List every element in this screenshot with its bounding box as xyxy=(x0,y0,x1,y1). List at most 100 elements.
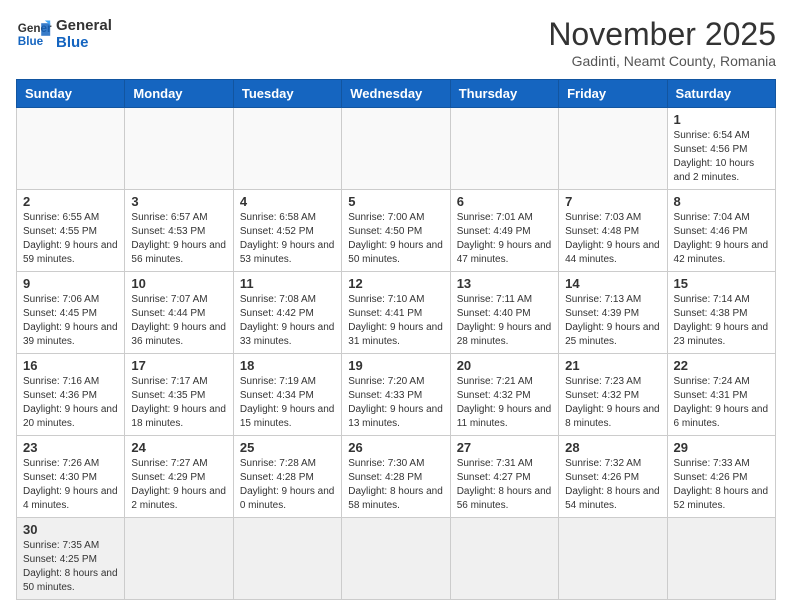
day-info: Sunrise: 7:20 AMSunset: 4:33 PMDaylight:… xyxy=(348,375,443,431)
logo-blue: Blue xyxy=(56,34,112,51)
calendar-cell: 30 Sunrise: 7:35 AMSunset: 4:25 PMDayligh… xyxy=(17,518,125,600)
day-info: Sunrise: 7:30 AMSunset: 4:28 PMDaylight:… xyxy=(348,457,443,513)
calendar-cell xyxy=(450,108,558,190)
calendar: SundayMondayTuesdayWednesdayThursdayFrid… xyxy=(16,79,776,600)
day-header-saturday: Saturday xyxy=(667,80,775,108)
day-info: Sunrise: 6:57 AMSunset: 4:53 PMDaylight:… xyxy=(131,211,226,267)
calendar-cell: 26 Sunrise: 7:30 AMSunset: 4:28 PMDayligh… xyxy=(342,436,450,518)
calendar-cell: 16 Sunrise: 7:16 AMSunset: 4:36 PMDayligh… xyxy=(17,354,125,436)
calendar-header-row: SundayMondayTuesdayWednesdayThursdayFrid… xyxy=(17,80,776,108)
day-info: Sunrise: 7:08 AMSunset: 4:42 PMDaylight:… xyxy=(240,293,335,349)
calendar-week-4: 16 Sunrise: 7:16 AMSunset: 4:36 PMDayligh… xyxy=(17,354,776,436)
day-header-sunday: Sunday xyxy=(17,80,125,108)
calendar-cell: 9 Sunrise: 7:06 AMSunset: 4:45 PMDaylight… xyxy=(17,272,125,354)
calendar-cell xyxy=(233,518,341,600)
day-info: Sunrise: 7:26 AMSunset: 4:30 PMDaylight:… xyxy=(23,457,118,513)
calendar-week-5: 23 Sunrise: 7:26 AMSunset: 4:30 PMDayligh… xyxy=(17,436,776,518)
calendar-cell xyxy=(17,108,125,190)
day-info: Sunrise: 7:13 AMSunset: 4:39 PMDaylight:… xyxy=(565,293,660,349)
day-number: 14 xyxy=(565,276,660,291)
calendar-cell: 25 Sunrise: 7:28 AMSunset: 4:28 PMDayligh… xyxy=(233,436,341,518)
calendar-cell: 19 Sunrise: 7:20 AMSunset: 4:33 PMDayligh… xyxy=(342,354,450,436)
day-number: 11 xyxy=(240,276,335,291)
day-number: 20 xyxy=(457,358,552,373)
day-number: 3 xyxy=(131,194,226,209)
calendar-cell: 7Sunrise: 7:03 AMSunset: 4:48 PMDaylight… xyxy=(559,190,667,272)
day-info: Sunrise: 7:28 AMSunset: 4:28 PMDaylight:… xyxy=(240,457,335,513)
calendar-cell: 23 Sunrise: 7:26 AMSunset: 4:30 PMDayligh… xyxy=(17,436,125,518)
day-info: Sunrise: 7:27 AMSunset: 4:29 PMDaylight:… xyxy=(131,457,226,513)
calendar-cell: 12Sunrise: 7:10 AMSunset: 4:41 PMDayligh… xyxy=(342,272,450,354)
calendar-cell: 28 Sunrise: 7:32 AMSunset: 4:26 PMDayligh… xyxy=(559,436,667,518)
calendar-cell: 14 Sunrise: 7:13 AMSunset: 4:39 PMDayligh… xyxy=(559,272,667,354)
day-number: 28 xyxy=(565,440,660,455)
day-number: 13 xyxy=(457,276,552,291)
calendar-cell xyxy=(667,518,775,600)
day-info: Sunrise: 7:06 AMSunset: 4:45 PMDaylight:… xyxy=(23,293,118,349)
day-number: 23 xyxy=(23,440,118,455)
calendar-cell xyxy=(125,518,233,600)
day-number: 29 xyxy=(674,440,769,455)
calendar-cell: 3 Sunrise: 6:57 AMSunset: 4:53 PMDaylight… xyxy=(125,190,233,272)
calendar-cell: 5Sunrise: 7:00 AMSunset: 4:50 PMDaylight… xyxy=(342,190,450,272)
calendar-cell: 22 Sunrise: 7:24 AMSunset: 4:31 PMDayligh… xyxy=(667,354,775,436)
day-number: 19 xyxy=(348,358,443,373)
calendar-week-1: 1Sunrise: 6:54 AMSunset: 4:56 PMDaylight… xyxy=(17,108,776,190)
subtitle: Gadinti, Neamt County, Romania xyxy=(548,53,776,69)
day-info: Sunrise: 7:17 AMSunset: 4:35 PMDaylight:… xyxy=(131,375,226,431)
day-number: 16 xyxy=(23,358,118,373)
calendar-week-6: 30 Sunrise: 7:35 AMSunset: 4:25 PMDayligh… xyxy=(17,518,776,600)
day-number: 27 xyxy=(457,440,552,455)
day-number: 25 xyxy=(240,440,335,455)
day-number: 18 xyxy=(240,358,335,373)
day-number: 22 xyxy=(674,358,769,373)
day-number: 26 xyxy=(348,440,443,455)
day-header-thursday: Thursday xyxy=(450,80,558,108)
day-number: 24 xyxy=(131,440,226,455)
logo-general: General xyxy=(56,17,112,34)
logo: General Blue General Blue xyxy=(16,16,112,52)
day-number: 5 xyxy=(348,194,443,209)
day-info: Sunrise: 6:58 AMSunset: 4:52 PMDaylight:… xyxy=(240,211,335,267)
day-number: 2 xyxy=(23,194,118,209)
day-info: Sunrise: 7:24 AMSunset: 4:31 PMDaylight:… xyxy=(674,375,769,431)
day-header-tuesday: Tuesday xyxy=(233,80,341,108)
logo-icon: General Blue xyxy=(16,16,52,52)
calendar-cell: 2 Sunrise: 6:55 AMSunset: 4:55 PMDaylight… xyxy=(17,190,125,272)
day-info: Sunrise: 7:23 AMSunset: 4:32 PMDaylight:… xyxy=(565,375,660,431)
day-number: 10 xyxy=(131,276,226,291)
calendar-cell: 29Sunrise: 7:33 AMSunset: 4:26 PMDayligh… xyxy=(667,436,775,518)
day-info: Sunrise: 7:01 AMSunset: 4:49 PMDaylight:… xyxy=(457,211,552,267)
day-header-monday: Monday xyxy=(125,80,233,108)
calendar-cell: 20Sunrise: 7:21 AMSunset: 4:32 PMDayligh… xyxy=(450,354,558,436)
day-header-friday: Friday xyxy=(559,80,667,108)
calendar-cell: 18 Sunrise: 7:19 AMSunset: 4:34 PMDayligh… xyxy=(233,354,341,436)
svg-text:Blue: Blue xyxy=(18,35,44,48)
calendar-cell xyxy=(450,518,558,600)
calendar-cell xyxy=(233,108,341,190)
day-number: 12 xyxy=(348,276,443,291)
day-number: 17 xyxy=(131,358,226,373)
calendar-cell: 17 Sunrise: 7:17 AMSunset: 4:35 PMDayligh… xyxy=(125,354,233,436)
calendar-cell xyxy=(559,108,667,190)
day-info: Sunrise: 7:35 AMSunset: 4:25 PMDaylight:… xyxy=(23,539,118,595)
title-section: November 2025 Gadinti, Neamt County, Rom… xyxy=(548,16,776,69)
calendar-cell: 8Sunrise: 7:04 AMSunset: 4:46 PMDaylight… xyxy=(667,190,775,272)
day-info: Sunrise: 7:19 AMSunset: 4:34 PMDaylight:… xyxy=(240,375,335,431)
day-number: 30 xyxy=(23,522,118,537)
calendar-cell: 24 Sunrise: 7:27 AMSunset: 4:29 PMDayligh… xyxy=(125,436,233,518)
day-info: Sunrise: 7:16 AMSunset: 4:36 PMDaylight:… xyxy=(23,375,118,431)
day-info: Sunrise: 7:32 AMSunset: 4:26 PMDaylight:… xyxy=(565,457,660,513)
day-info: Sunrise: 6:54 AMSunset: 4:56 PMDaylight:… xyxy=(674,129,769,185)
day-info: Sunrise: 6:55 AMSunset: 4:55 PMDaylight:… xyxy=(23,211,118,267)
day-number: 21 xyxy=(565,358,660,373)
day-info: Sunrise: 7:31 AMSunset: 4:27 PMDaylight:… xyxy=(457,457,552,513)
day-number: 9 xyxy=(23,276,118,291)
calendar-cell: 11 Sunrise: 7:08 AMSunset: 4:42 PMDayligh… xyxy=(233,272,341,354)
calendar-cell xyxy=(559,518,667,600)
day-info: Sunrise: 7:11 AMSunset: 4:40 PMDaylight:… xyxy=(457,293,552,349)
day-number: 6 xyxy=(457,194,552,209)
calendar-week-3: 9 Sunrise: 7:06 AMSunset: 4:45 PMDaylight… xyxy=(17,272,776,354)
day-info: Sunrise: 7:07 AMSunset: 4:44 PMDaylight:… xyxy=(131,293,226,349)
calendar-cell xyxy=(342,518,450,600)
